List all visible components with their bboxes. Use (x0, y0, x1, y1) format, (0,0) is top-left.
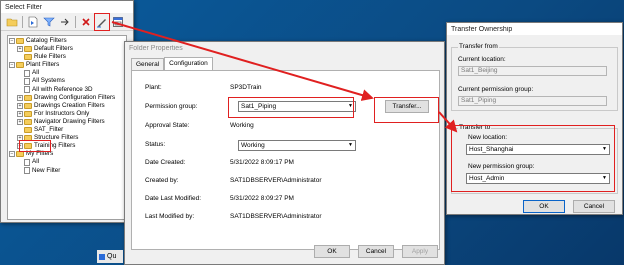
app-icon (99, 253, 105, 260)
arrow-to-transfer-to (438, 111, 458, 133)
annotation-arrows (111, 21, 458, 133)
taskbar-item[interactable]: Qu (97, 250, 123, 263)
arrow-to-transfer (111, 21, 374, 101)
taskbar-item-label: Qu (107, 253, 117, 260)
